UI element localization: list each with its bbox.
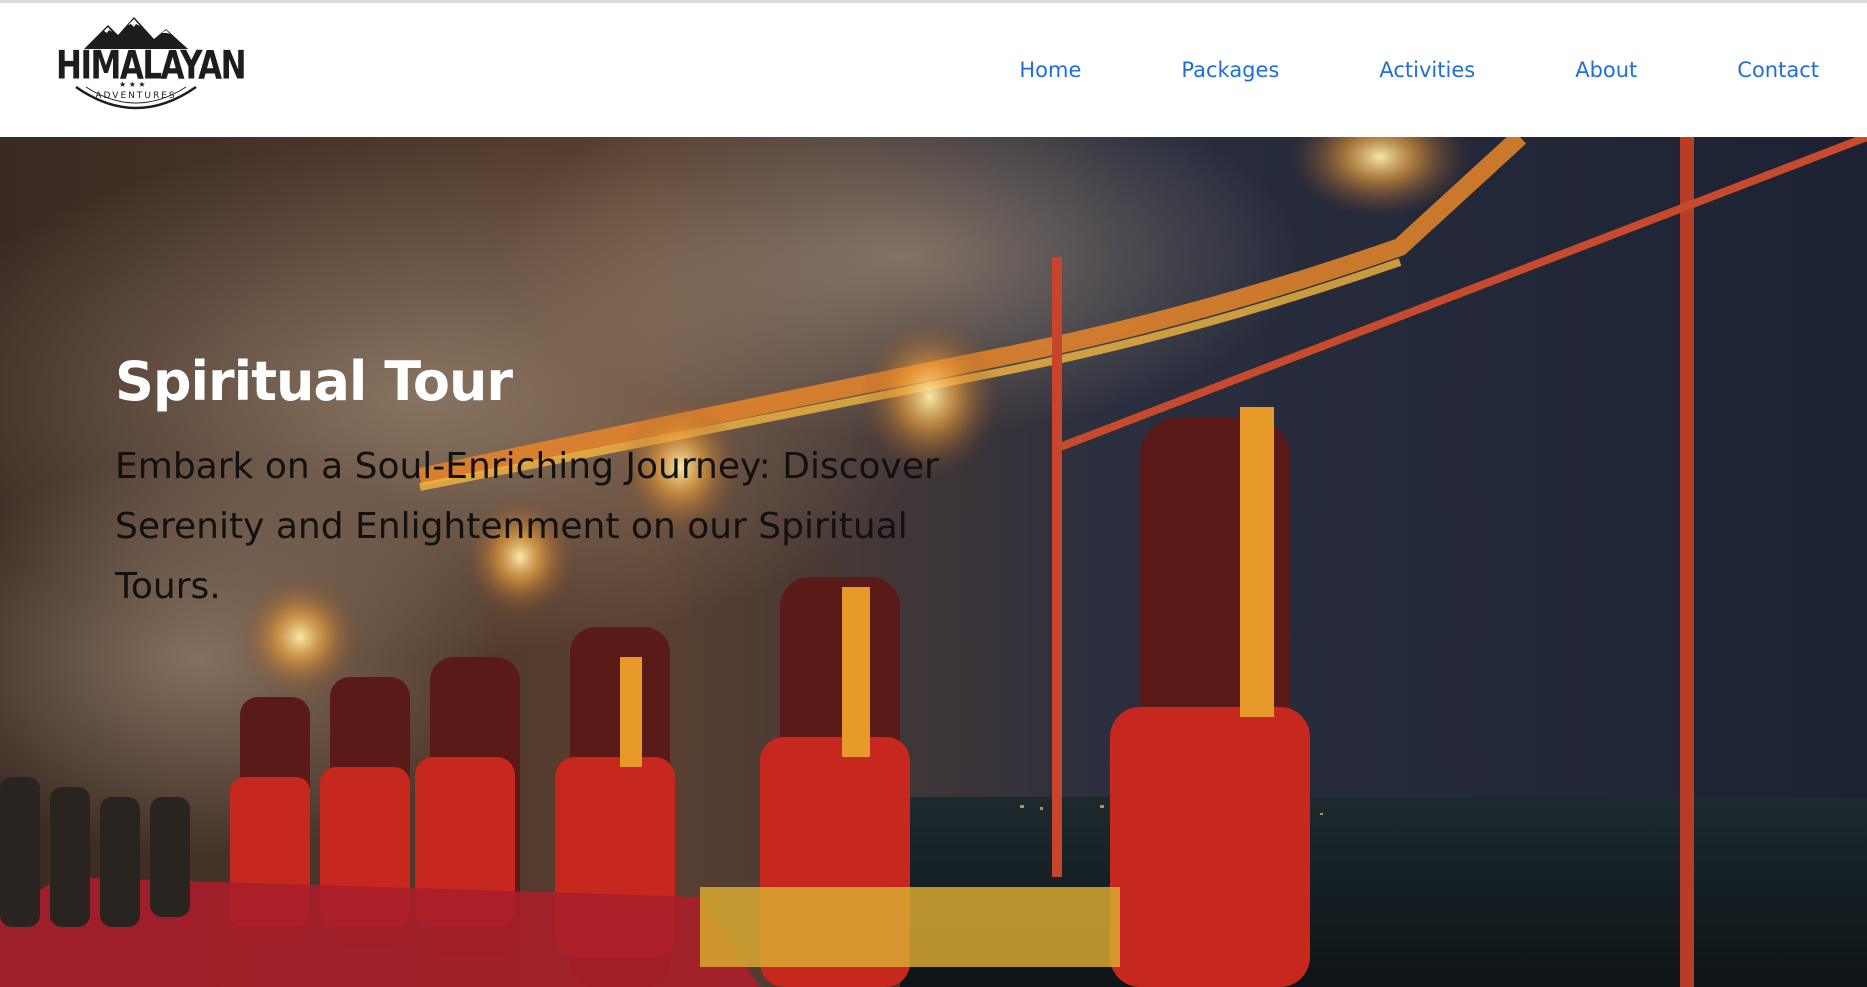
brand-logo[interactable]: ★ ★ ★ HIMALAYAN ADVENTURES	[56, 13, 247, 123]
nav-link-about[interactable]: About	[1575, 55, 1637, 85]
hero-banner: Spiritual Tour Embark on a Soul-Enrichin…	[0, 137, 1867, 987]
nav-link-packages[interactable]: Packages	[1181, 55, 1279, 85]
hero-title: Spiritual Tour	[115, 350, 513, 413]
site-header: ★ ★ ★ HIMALAYAN ADVENTURES Home Packages…	[0, 3, 1867, 137]
nav-link-home[interactable]: Home	[1019, 55, 1081, 85]
main-navigation: Home Packages Activities About Contact	[1019, 55, 1819, 85]
nav-link-contact[interactable]: Contact	[1737, 55, 1819, 85]
nav-link-activities[interactable]: Activities	[1379, 55, 1475, 85]
brand-tagline: ADVENTURES	[95, 91, 177, 101]
brand-name: HIMALAYAN	[56, 43, 247, 89]
hero-description: Embark on a Soul-Enriching Journey: Disc…	[115, 446, 939, 607]
